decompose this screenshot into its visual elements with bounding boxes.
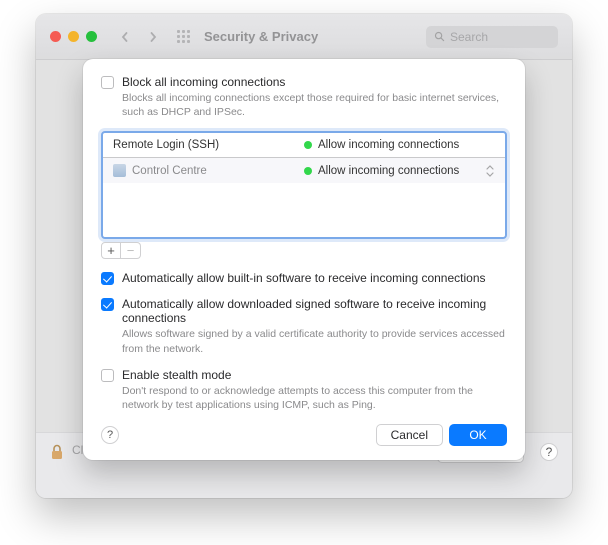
status-dot-icon	[304, 141, 312, 149]
firewall-options-sheet: Block all incoming connections Blocks al…	[83, 59, 525, 460]
lock-icon[interactable]	[50, 443, 64, 461]
auto-signed-checkbox[interactable]	[101, 298, 114, 311]
remove-button[interactable]: −	[121, 242, 141, 259]
prefs-window: Security & Privacy Search Click the lock…	[36, 14, 572, 498]
auto-signed-row: Automatically allow downloaded signed so…	[101, 297, 507, 355]
app-name-cell: Control Centre	[132, 165, 207, 177]
auto-signed-label: Automatically allow downloaded signed so…	[122, 297, 507, 325]
sheet-help-button[interactable]: ?	[101, 426, 119, 444]
app-icon	[113, 164, 126, 177]
add-button[interactable]: +	[101, 242, 121, 259]
auto-builtin-checkbox[interactable]	[101, 272, 114, 285]
stealth-sub: Don't respond to or acknowledge attempts…	[122, 384, 507, 412]
block-all-sub: Blocks all incoming connections except t…	[122, 91, 507, 119]
cancel-button[interactable]: Cancel	[376, 424, 443, 446]
auto-builtin-row: Automatically allow built-in software to…	[101, 271, 507, 285]
ok-button[interactable]: OK	[449, 424, 507, 446]
add-remove-controls: + −	[101, 242, 507, 259]
app-name-cell: Remote Login (SSH)	[113, 139, 304, 151]
help-button[interactable]: ?	[540, 443, 558, 461]
auto-builtin-label: Automatically allow built-in software to…	[122, 271, 486, 285]
auto-signed-sub: Allows software signed by a valid certif…	[122, 327, 507, 355]
app-status: Allow incoming connections	[318, 165, 459, 177]
stealth-label: Enable stealth mode	[122, 368, 507, 382]
stealth-row: Enable stealth mode Don't respond to or …	[101, 368, 507, 412]
app-status: Allow incoming connections	[318, 139, 459, 151]
updown-icon[interactable]	[485, 164, 495, 178]
app-list[interactable]: Remote Login (SSH) Allow incoming connec…	[101, 131, 507, 239]
block-all-row: Block all incoming connections Blocks al…	[101, 75, 507, 119]
block-all-label: Block all incoming connections	[122, 75, 507, 89]
stealth-checkbox[interactable]	[101, 369, 114, 382]
table-row[interactable]: Remote Login (SSH) Allow incoming connec…	[103, 133, 505, 158]
status-dot-icon	[304, 167, 312, 175]
sheet-button-row: ? Cancel OK	[101, 424, 507, 446]
table-row[interactable]: Control Centre Allow incoming connection…	[103, 158, 505, 183]
block-all-checkbox[interactable]	[101, 76, 114, 89]
